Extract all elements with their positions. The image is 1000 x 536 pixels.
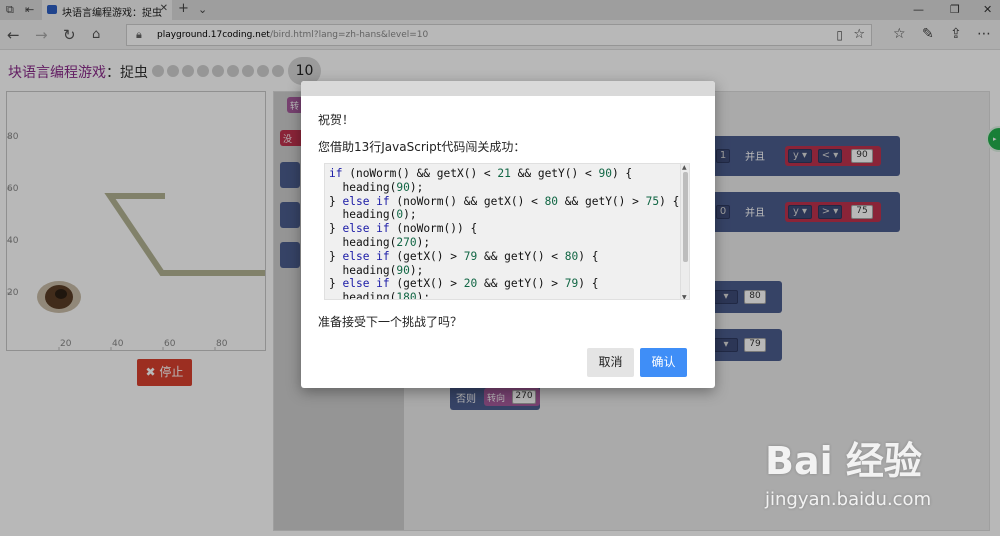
watermark-url: jingyan.baidu.com	[765, 489, 932, 510]
dialog-congrats: 祝贺！	[318, 113, 355, 127]
success-dialog: 祝贺！ 您借助13行JavaScript代码闯关成功： if (noWorm()…	[301, 81, 715, 388]
scroll-up-icon[interactable]: ▲	[682, 164, 687, 171]
confirm-button[interactable]: 确认	[640, 348, 687, 377]
scroll-thumb[interactable]	[683, 172, 688, 262]
baidu-watermark: Bai 经验 jingyan.baidu.com	[765, 430, 931, 510]
dialog-header	[301, 81, 715, 96]
dialog-message: 您借助13行JavaScript代码闯关成功：	[318, 140, 526, 154]
code-scrollbar[interactable]: ▲ ▼	[680, 164, 689, 299]
cancel-button[interactable]: 取消	[587, 348, 634, 377]
code-listing: if (noWorm() && getX() < 21 && getY() < …	[329, 167, 680, 300]
dialog-question: 准备接受下一个挑战了吗？	[318, 315, 463, 329]
code-box[interactable]: if (noWorm() && getX() < 21 && getY() < …	[324, 163, 690, 300]
watermark-brand: Bai 经验	[765, 439, 922, 483]
